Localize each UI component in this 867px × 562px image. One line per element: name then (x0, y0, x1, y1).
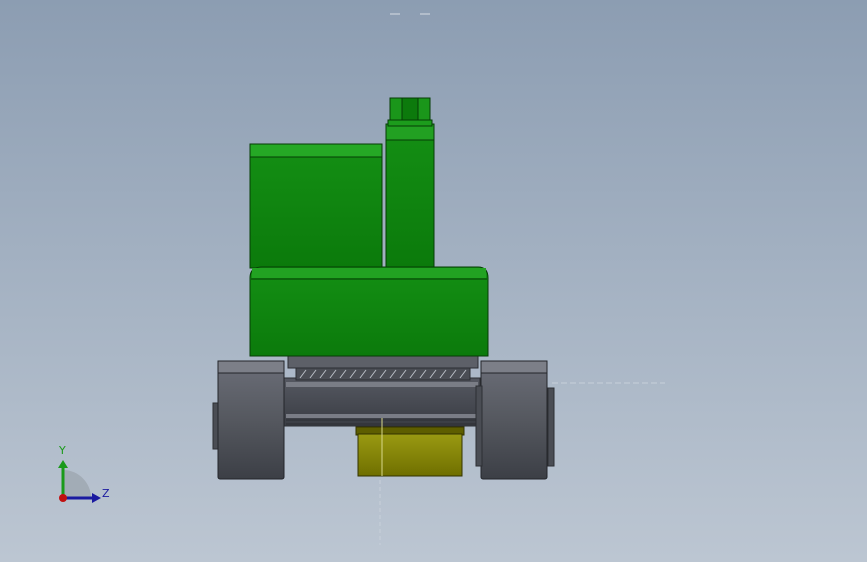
right-track[interactable] (475, 360, 555, 480)
graphics-viewport[interactable]: Y Z (0, 0, 867, 562)
boom-arm[interactable] (385, 97, 435, 269)
triad-arc (63, 470, 91, 498)
left-track[interactable] (212, 360, 285, 480)
slewing-ring[interactable] (287, 355, 479, 381)
coordinate-triad[interactable]: Y Z (48, 440, 118, 510)
upper-structure[interactable] (249, 266, 489, 357)
z-axis-label: Z (102, 487, 110, 500)
y-arrow-head (58, 460, 68, 468)
bucket[interactable] (355, 418, 465, 477)
cab[interactable] (249, 143, 383, 269)
y-axis-label: Y (58, 444, 66, 457)
model-view[interactable] (0, 0, 867, 562)
z-arrow-head (92, 493, 101, 503)
triad-origin (59, 494, 67, 502)
